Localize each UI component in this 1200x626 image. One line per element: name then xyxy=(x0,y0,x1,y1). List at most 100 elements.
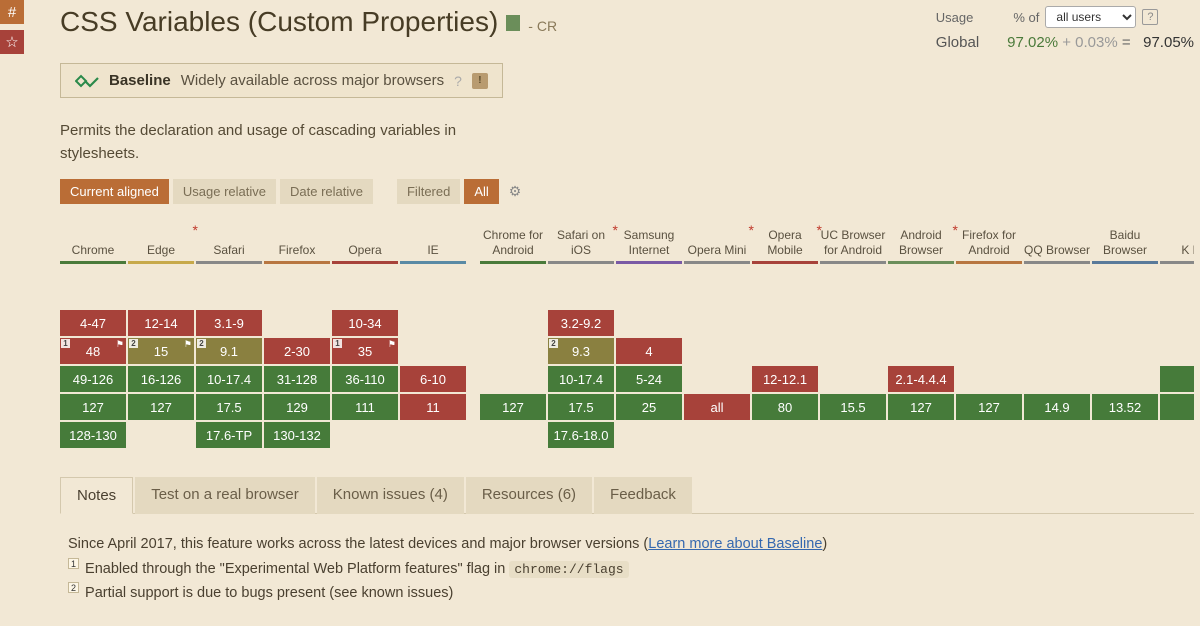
version-cell[interactable]: 9.3 xyxy=(548,338,614,364)
browser-header[interactable]: IE xyxy=(400,220,466,264)
view-all[interactable]: All xyxy=(464,179,498,204)
browser-header[interactable]: Android Browser* xyxy=(888,220,954,264)
version-cell[interactable]: 25 xyxy=(616,394,682,420)
version-cell[interactable]: 127 xyxy=(956,394,1022,420)
browser-header[interactable]: Baidu Browser xyxy=(1092,220,1158,264)
plus-pct: + 0.03% xyxy=(1062,34,1117,51)
version-cell[interactable] xyxy=(1160,394,1194,420)
version-cell[interactable]: 31-128 xyxy=(264,366,330,392)
browser-header[interactable]: Edge* xyxy=(128,220,194,264)
browser-header[interactable]: K Br xyxy=(1160,220,1194,264)
flag-icon: ⚑ xyxy=(116,339,124,350)
help-icon[interactable]: ? xyxy=(1142,9,1158,25)
version-cell[interactable]: 17.6-TP xyxy=(196,422,262,448)
version-cell[interactable]: 128-130 xyxy=(60,422,126,448)
support-table: Chrome4-4748⚑49-126127128-130Edge*12-141… xyxy=(60,220,1194,448)
tab-known-issues[interactable]: Known issues (4) xyxy=(317,477,464,514)
version-cell[interactable]: 4-47 xyxy=(60,310,126,336)
baseline-status: Baseline Widely available across major b… xyxy=(60,63,503,98)
version-cell[interactable]: 127 xyxy=(480,394,546,420)
version-cell[interactable]: 127 xyxy=(60,394,126,420)
tab-notes[interactable]: Notes xyxy=(60,477,133,514)
version-cell[interactable]: 49-126 xyxy=(60,366,126,392)
version-cell[interactable]: 14.9 xyxy=(1024,394,1090,420)
browser-header[interactable]: Safari on iOS* xyxy=(548,220,614,264)
browser-header[interactable]: UC Browser for Android xyxy=(820,220,886,264)
status-label: - CR xyxy=(528,18,557,34)
version-cell[interactable]: 9.1 xyxy=(196,338,262,364)
version-cell[interactable]: 16-126 xyxy=(128,366,194,392)
version-cell[interactable]: 130-132 xyxy=(264,422,330,448)
notes-body: Since April 2017, this feature works acr… xyxy=(60,514,1194,626)
version-cell[interactable]: 15.5 xyxy=(820,394,886,420)
baseline-help-icon[interactable]: ? xyxy=(454,73,462,89)
view-controls: Current aligned Usage relative Date rela… xyxy=(60,179,1194,204)
favorite-button[interactable]: ☆ xyxy=(0,30,24,54)
version-cell[interactable]: 10-17.4 xyxy=(196,366,262,392)
browser-header[interactable]: Chrome xyxy=(60,220,126,264)
version-cell[interactable]: 80 xyxy=(752,394,818,420)
version-cell[interactable]: 4 xyxy=(616,338,682,364)
usage-label: Usage xyxy=(936,10,974,25)
version-cell[interactable]: 6-10 xyxy=(400,366,466,392)
note-badge-2: 2 xyxy=(68,582,79,593)
version-cell[interactable]: 17.5 xyxy=(548,394,614,420)
version-cell[interactable]: 10-34 xyxy=(332,310,398,336)
version-cell[interactable]: 17.5 xyxy=(196,394,262,420)
tab-feedback[interactable]: Feedback xyxy=(594,477,692,514)
tabs: Notes Test on a real browser Known issue… xyxy=(60,476,1194,514)
version-cell[interactable]: 3.2-9.2 xyxy=(548,310,614,336)
version-cell[interactable]: 2.1-4.4.4 xyxy=(888,366,954,392)
warning-icon[interactable]: ! xyxy=(472,73,488,89)
browser-header[interactable]: QQ Browser xyxy=(1024,220,1090,264)
version-cell[interactable]: 111 xyxy=(332,394,398,420)
view-current-aligned[interactable]: Current aligned xyxy=(60,179,169,204)
baseline-icon xyxy=(75,73,99,89)
version-cell[interactable]: 13.52 xyxy=(1092,394,1158,420)
view-usage-relative[interactable]: Usage relative xyxy=(173,179,276,204)
version-cell[interactable]: 5-24 xyxy=(616,366,682,392)
version-cell[interactable] xyxy=(1160,366,1194,392)
browser-header[interactable]: Safari xyxy=(196,220,262,264)
browser-header[interactable]: Opera Mini* xyxy=(684,220,750,264)
browser-header[interactable]: Opera Mobile* xyxy=(752,220,818,264)
browser-header[interactable]: Firefox for Android xyxy=(956,220,1022,264)
feature-description: Permits the declaration and usage of cas… xyxy=(60,120,480,165)
version-cell[interactable]: 129 xyxy=(264,394,330,420)
usage-stats: Usage % of all users ? Global 97.02% + 0… xyxy=(936,6,1194,51)
permalink-button[interactable]: # xyxy=(0,0,24,24)
doc-icon xyxy=(506,15,520,31)
pct-of-select[interactable]: all users xyxy=(1045,6,1136,28)
baseline-text: Widely available across major browsers xyxy=(181,72,444,89)
baseline-label: Baseline xyxy=(109,72,171,89)
gear-icon[interactable]: ⚙ xyxy=(509,183,522,200)
page-title: CSS Variables (Custom Properties) xyxy=(60,6,498,38)
version-cell[interactable]: 12-14 xyxy=(128,310,194,336)
version-cell[interactable]: 12-12.1 xyxy=(752,366,818,392)
tab-test[interactable]: Test on a real browser xyxy=(135,477,315,514)
version-cell[interactable]: 2-30 xyxy=(264,338,330,364)
browser-header[interactable]: Firefox xyxy=(264,220,330,264)
version-cell[interactable]: 48⚑ xyxy=(60,338,126,364)
version-cell[interactable]: 10-17.4 xyxy=(548,366,614,392)
version-cell[interactable]: 127 xyxy=(888,394,954,420)
browser-header[interactable]: Opera xyxy=(332,220,398,264)
flag-icon: ⚑ xyxy=(184,339,192,350)
browser-header[interactable]: Samsung Internet xyxy=(616,220,682,264)
pct-of-label: % of xyxy=(1013,10,1039,25)
version-cell[interactable]: 35⚑ xyxy=(332,338,398,364)
version-cell[interactable]: 36-110 xyxy=(332,366,398,392)
version-cell[interactable]: 15⚑ xyxy=(128,338,194,364)
version-cell[interactable]: 11 xyxy=(400,394,466,420)
baseline-link[interactable]: Learn more about Baseline xyxy=(648,536,822,552)
view-date-relative[interactable]: Date relative xyxy=(280,179,373,204)
tab-resources[interactable]: Resources (6) xyxy=(466,477,592,514)
view-filtered[interactable]: Filtered xyxy=(397,179,460,204)
flag-icon: ⚑ xyxy=(388,339,396,350)
browser-header[interactable]: Chrome for Android xyxy=(480,220,546,264)
version-cell[interactable]: 17.6-18.0 xyxy=(548,422,614,448)
version-cell[interactable]: 3.1-9 xyxy=(196,310,262,336)
version-cell[interactable]: all xyxy=(684,394,750,420)
version-cell[interactable]: 127 xyxy=(128,394,194,420)
total-pct: 97.05% xyxy=(1143,34,1194,51)
